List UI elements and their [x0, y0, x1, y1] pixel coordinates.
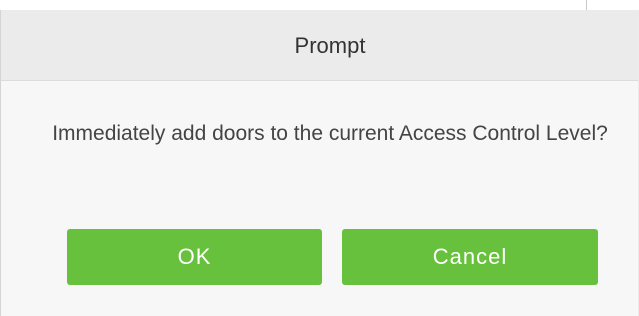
- background-strip: [0, 0, 639, 10]
- dialog-title: Prompt: [294, 33, 366, 58]
- dialog-titlebar[interactable]: Prompt: [1, 10, 639, 81]
- dialog-message: Immediately add doors to the current Acc…: [52, 122, 608, 145]
- cancel-button[interactable]: Cancel: [342, 229, 598, 285]
- background-divider: [586, 0, 587, 10]
- prompt-dialog: Prompt Immediately add doors to the curr…: [0, 10, 639, 316]
- ok-button[interactable]: OK: [67, 229, 322, 285]
